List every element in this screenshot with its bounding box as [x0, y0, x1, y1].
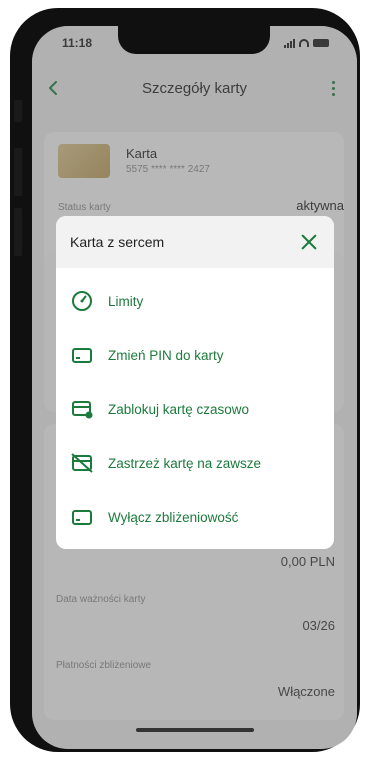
- modal-header: Karta z sercem: [56, 216, 334, 268]
- menu-item-block-temporarily[interactable]: Zablokuj kartę czasowo: [56, 382, 334, 436]
- menu-item-cancel-permanently[interactable]: Zastrzeż kartę na zawsze: [56, 436, 334, 490]
- close-icon[interactable]: [298, 231, 320, 253]
- modal-menu: Limity Zmień PIN do karty Zablokuj kartę…: [56, 268, 334, 544]
- menu-item-label: Limity: [108, 293, 144, 309]
- card-lock-icon: [70, 397, 94, 421]
- notch: [118, 26, 270, 54]
- menu-item-label: Wyłącz zbliżeniowość: [108, 509, 239, 525]
- volume-down-button: [14, 208, 22, 256]
- mute-switch: [14, 100, 22, 122]
- card-icon: [70, 343, 94, 367]
- menu-item-label: Zmień PIN do karty: [108, 347, 224, 363]
- volume-up-button: [14, 148, 22, 196]
- menu-item-label: Zablokuj kartę czasowo: [108, 401, 250, 417]
- gauge-icon: [70, 289, 94, 313]
- screen: 11:18 Szczegóły karty Karta 5575 **** **…: [32, 26, 357, 749]
- phone-frame: 11:18 Szczegóły karty Karta 5575 **** **…: [10, 8, 360, 752]
- card-icon: [70, 505, 94, 529]
- modal-title: Karta z sercem: [70, 234, 165, 250]
- menu-item-label: Zastrzeż kartę na zawsze: [108, 455, 262, 471]
- menu-item-disable-contactless[interactable]: Wyłącz zbliżeniowość: [56, 490, 334, 544]
- card-options-modal: Karta z sercem Limity Zmień PIN do karty…: [56, 216, 334, 549]
- menu-item-change-pin[interactable]: Zmień PIN do karty: [56, 328, 334, 382]
- menu-item-limits[interactable]: Limity: [56, 274, 334, 328]
- card-crossed-icon: [70, 451, 94, 475]
